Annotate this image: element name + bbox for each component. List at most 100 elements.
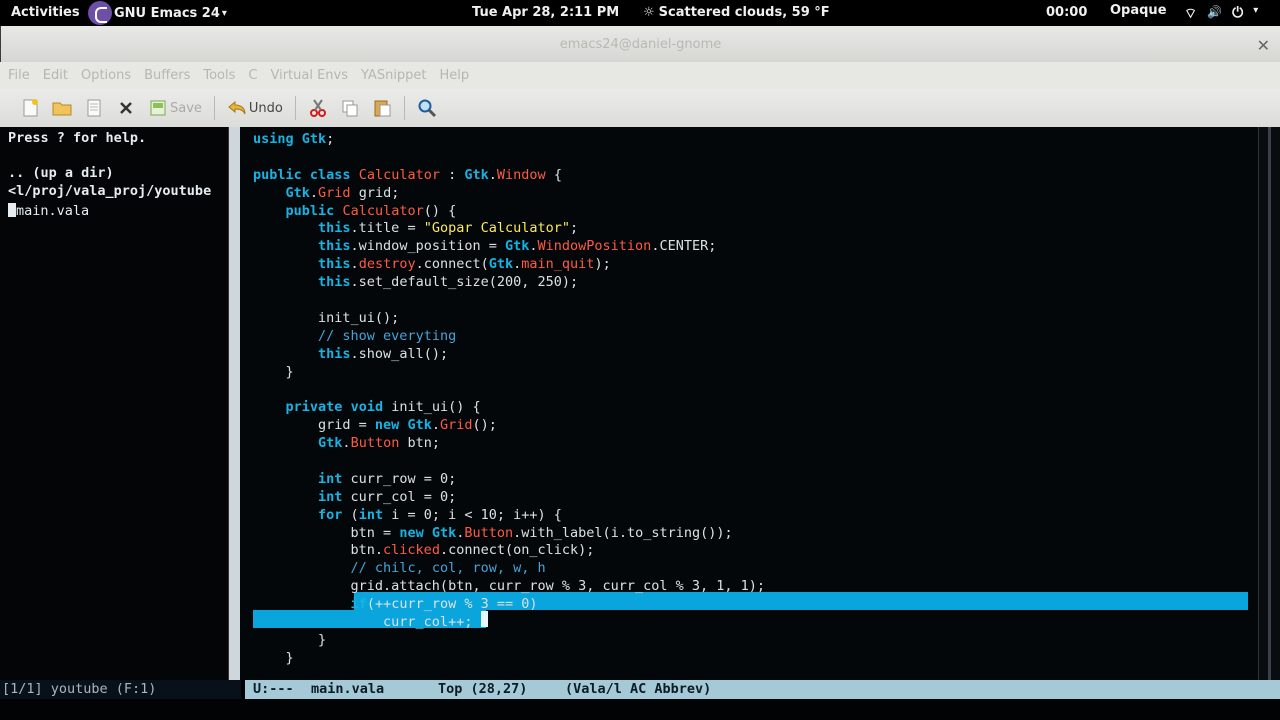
echo-area[interactable] <box>0 699 1280 720</box>
close-icon[interactable]: ✕ <box>1257 36 1270 55</box>
text-cursor <box>8 203 16 217</box>
window-title: emacs24@daniel-gnome <box>559 37 722 52</box>
chevron-down-icon: ▾ <box>221 7 227 19</box>
code-line: btn = new Gtk.Button.with_label(i.to_str… <box>253 524 733 541</box>
scrollbar[interactable] <box>1258 127 1280 680</box>
code-line: int curr_row = 0; <box>318 470 457 487</box>
new-file-icon <box>23 99 38 117</box>
volume-icon: 🔊 <box>1207 5 1223 19</box>
menu-edit[interactable]: Edit <box>43 68 68 83</box>
code-line: this.set_default_size(200, 250); <box>318 274 579 291</box>
major-mode: (Vala/l AC Abbrev) <box>565 681 712 697</box>
paste-icon <box>374 100 391 117</box>
code-line: } <box>253 649 294 666</box>
toolbar-separator <box>294 96 296 120</box>
code-line: this.show_all(); <box>318 345 449 362</box>
folder-icon <box>52 102 72 116</box>
window-titlebar[interactable]: emacs24@daniel-gnome ✕ <box>0 26 1280 62</box>
toolbar-separator <box>403 96 405 120</box>
menu-buffers[interactable]: Buffers <box>144 68 190 83</box>
timer[interactable]: 00:00 <box>1046 5 1087 20</box>
save-icon <box>150 100 166 116</box>
close-icon <box>120 102 132 114</box>
code-line: public Calculator() { <box>285 202 457 219</box>
menu-options[interactable]: Options <box>81 68 131 83</box>
undo-label: Undo <box>248 100 283 116</box>
chevron-down-icon: ▾ <box>1253 5 1259 16</box>
dired-file-entry[interactable]: main.vala <box>8 203 89 219</box>
code-line: } <box>253 631 327 648</box>
code-line: private void init_ui() { <box>285 399 481 416</box>
code-line: Gtk.Grid grid; <box>285 184 400 201</box>
code-line: } <box>253 363 294 380</box>
save-button[interactable]: Save <box>148 94 202 122</box>
code-line: this.destroy.connect(Gtk.main_quit); <box>318 256 611 273</box>
power-icon: ⏻ <box>1232 5 1244 21</box>
document-icon <box>87 99 101 117</box>
code-line: public class Calculator : Gtk.Window { <box>253 166 562 183</box>
menu-yasnippet[interactable]: YASnippet <box>361 68 427 83</box>
scissors-icon <box>309 99 326 117</box>
menu-c[interactable]: C <box>248 68 257 83</box>
menu-file[interactable]: File <box>8 68 30 83</box>
system-tray[interactable]: ⌔ 🔊 ⏻ ▾ <box>1184 5 1258 23</box>
gnome-top-bar: Activities GNU Emacs 24 ▾ Tue Apr 28, 2:… <box>0 0 1280 26</box>
search-button[interactable] <box>417 94 437 122</box>
toolbar-separator <box>213 96 215 120</box>
open-folder-button[interactable] <box>52 94 72 122</box>
code-line: using Gtk; <box>253 131 335 147</box>
wifi-icon: ⌔ <box>1184 6 1198 22</box>
code-line: if(++curr_row % 3 == 0) <box>350 596 538 613</box>
app-menu-label: GNU Emacs 24 <box>114 5 220 21</box>
activities-button[interactable]: Activities <box>11 5 80 20</box>
buffer-name: main.vala <box>311 681 385 697</box>
dired-path[interactable]: <l/proj/vala_proj/youtube <box>8 183 211 199</box>
undo-icon <box>228 100 246 115</box>
dired-up-dir[interactable]: .. (up a dir) <box>8 165 114 181</box>
weather-label: Scattered clouds, 59 °F <box>658 5 830 20</box>
code-line: btn.clicked.connect(on_click); <box>253 542 595 559</box>
buffer-status: U:--- <box>253 681 294 697</box>
tool-bar: Save Undo <box>0 89 1280 127</box>
menu-virtual-envs[interactable]: Virtual Envs <box>270 68 348 83</box>
menu-help[interactable]: Help <box>440 68 470 83</box>
new-file-button[interactable] <box>20 94 40 122</box>
menu-tools[interactable]: Tools <box>203 68 235 83</box>
undo-button[interactable]: Undo <box>227 94 283 122</box>
mode-line-active: U:--- main.vala Top (28,27) (Vala/l AC A… <box>245 680 1280 699</box>
close-buffer-button[interactable] <box>116 94 136 122</box>
cursor-position: Top (28,27) <box>438 681 528 697</box>
code-line: // show everyting <box>318 327 457 344</box>
search-icon <box>418 99 436 118</box>
save-label: Save <box>170 100 202 116</box>
menu-bar: File Edit Options Buffers Tools C Virtua… <box>0 62 1280 89</box>
cut-button[interactable] <box>308 94 328 122</box>
code-line: for (int i = 0; i < 10; i++) { <box>318 506 562 523</box>
code-line: grid = new Gtk.Grid(); <box>253 417 497 434</box>
code-text[interactable]: using Gtk; public class Calculator : Gtk… <box>253 131 765 668</box>
code-line: int curr_col = 0; <box>318 488 457 505</box>
copy-button[interactable] <box>340 94 360 122</box>
scrollbar-thumb[interactable] <box>1268 127 1271 680</box>
code-line: // chilc, col, row, w, h <box>350 560 546 577</box>
copy-icon <box>342 100 358 117</box>
window-divider[interactable] <box>229 127 240 680</box>
weather-icon: ☼ <box>643 5 655 20</box>
code-line: init_ui(); <box>253 309 400 326</box>
opacity-toggle[interactable]: Opaque <box>1110 3 1167 18</box>
code-line: this.window_position = Gtk.WindowPositio… <box>318 238 717 255</box>
app-menu[interactable]: GNU Emacs 24 ▾ <box>88 0 227 26</box>
dired-help-text: Press ? for help. <box>8 130 147 146</box>
dired-file-name: main.vala <box>16 203 90 219</box>
clock[interactable]: Tue Apr 28, 2:11 PM <box>472 5 619 20</box>
code-line: this.title = "Gopar Calculator"; <box>318 220 579 237</box>
code-line: curr_col++; <box>253 614 473 631</box>
emacs-icon <box>88 1 112 25</box>
weather-indicator[interactable]: ☼ Scattered clouds, 59 °F <box>643 5 830 20</box>
open-directory-button[interactable] <box>84 94 104 122</box>
paste-button[interactable] <box>372 94 392 122</box>
